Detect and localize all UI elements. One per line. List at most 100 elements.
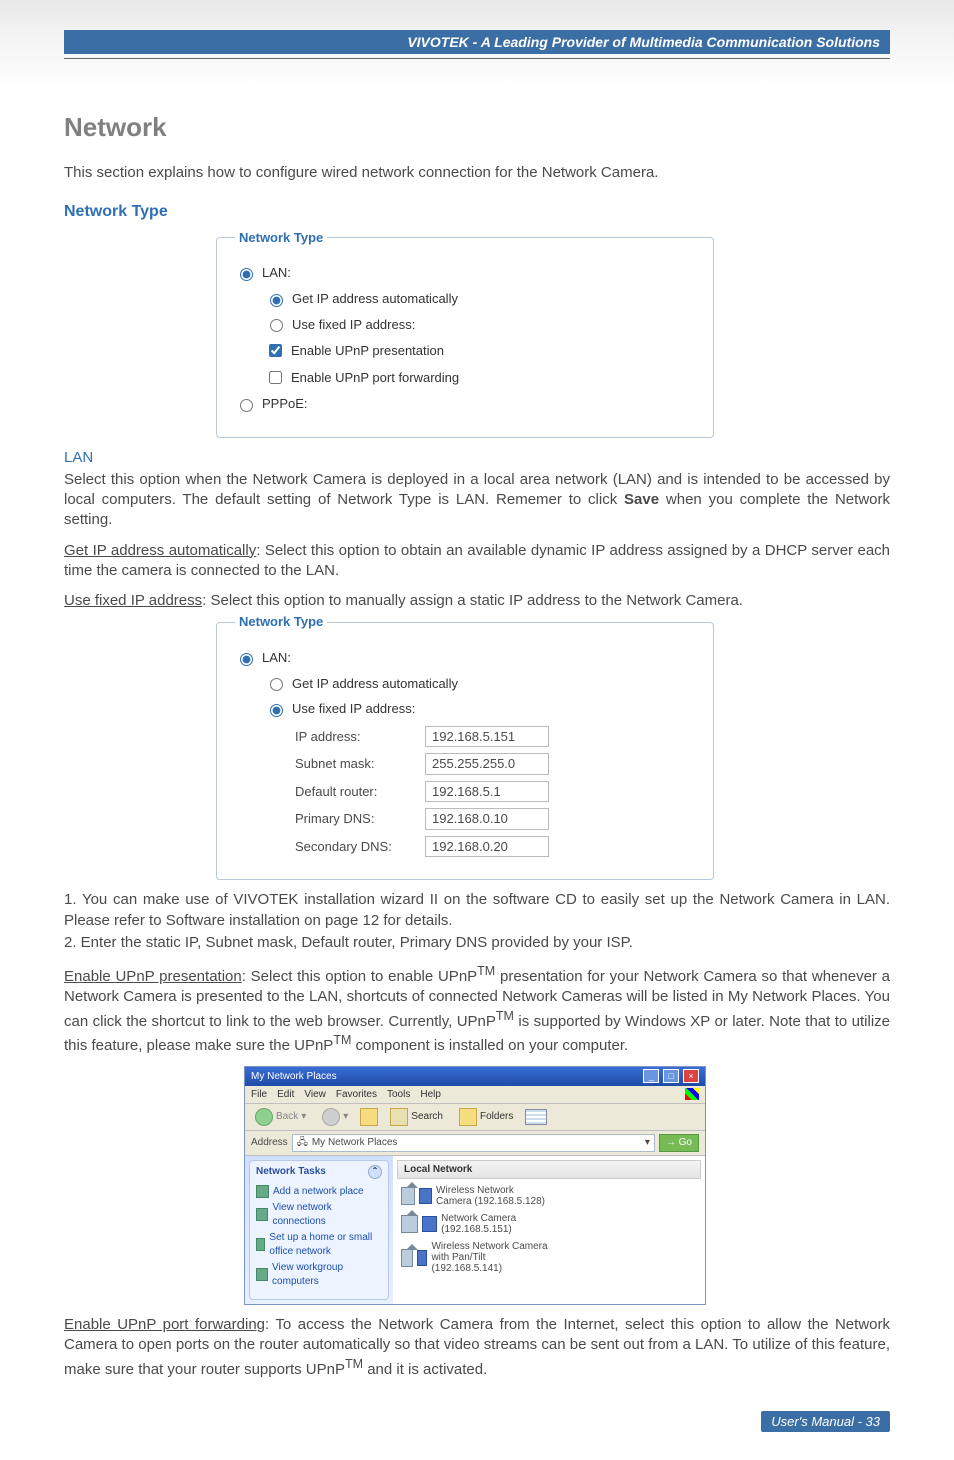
setup-network-icon bbox=[256, 1238, 265, 1251]
menu-file[interactable]: File bbox=[251, 1088, 267, 1102]
list-item[interactable]: Wireless Network Camera (192.168.5.128) bbox=[401, 1185, 551, 1207]
page: VIVOTEK - A Leading Provider of Multimed… bbox=[0, 0, 954, 1460]
menu-view[interactable]: View bbox=[304, 1088, 326, 1102]
sidebar-view-connections[interactable]: View network connections bbox=[256, 1201, 382, 1228]
menu-help[interactable]: Help bbox=[420, 1088, 441, 1102]
router-row: Default router: 192.168.5.1 bbox=[295, 781, 695, 803]
camera-icon bbox=[401, 1215, 418, 1233]
use-fixed-ip-radio-2[interactable] bbox=[270, 704, 283, 717]
address-field[interactable]: 🖧 My Network Places ▾ bbox=[292, 1134, 655, 1152]
maximize-icon[interactable]: □ bbox=[663, 1069, 679, 1083]
upnp-port-paragraph: Enable UPnP port forwarding: To access t… bbox=[64, 1315, 890, 1380]
go-button[interactable]: → Go bbox=[659, 1134, 699, 1152]
fixed-ip-fields: IP address: 192.168.5.151 Subnet mask: 2… bbox=[295, 726, 695, 858]
lan-radio-label-2: LAN: bbox=[262, 649, 291, 667]
list-item[interactable]: Wireless Network Camera with Pan/Tilt (1… bbox=[401, 1241, 551, 1274]
window-body: Network Tasks ⌃ Add a network place View… bbox=[245, 1156, 705, 1305]
address-bar: Address 🖧 My Network Places ▾ → Go bbox=[245, 1131, 705, 1156]
get-ip-auto-row: Get IP address automatically bbox=[265, 290, 695, 308]
enable-upnp-port-row: Enable UPnP port forwarding bbox=[265, 368, 695, 387]
item-label: Wireless Network Camera (192.168.5.128) bbox=[436, 1185, 551, 1207]
sdns-label: Secondary DNS: bbox=[295, 838, 425, 856]
enable-upnp-pres-checkbox[interactable] bbox=[269, 344, 282, 357]
pdns-row: Primary DNS: 192.168.0.10 bbox=[295, 808, 695, 830]
lan-radio-row-2: LAN: bbox=[235, 649, 695, 667]
device-icon bbox=[419, 1188, 432, 1204]
menu-favorites[interactable]: Favorites bbox=[336, 1088, 377, 1102]
collapse-icon[interactable]: ⌃ bbox=[368, 1165, 382, 1179]
views-button[interactable] bbox=[525, 1109, 547, 1125]
address-value: My Network Places bbox=[312, 1136, 398, 1150]
use-fixed-ip-row-2: Use fixed IP address: bbox=[265, 700, 695, 718]
list-item[interactable]: Network Camera (192.168.5.151) bbox=[401, 1213, 551, 1235]
network-type-panel-2-wrap: Network Type LAN: Get IP address automat… bbox=[214, 613, 890, 880]
sidebar-add-network-place[interactable]: Add a network place bbox=[256, 1185, 382, 1199]
get-ip-auto-label: Get IP address automatically bbox=[292, 290, 458, 308]
enable-upnp-port-label: Enable UPnP port forwarding bbox=[291, 369, 459, 387]
item-label: Network Camera (192.168.5.151) bbox=[441, 1213, 551, 1235]
window-titlebar[interactable]: My Network Places _ □ × bbox=[245, 1067, 705, 1086]
lan-paragraph: Select this option when the Network Came… bbox=[64, 470, 890, 531]
enable-upnp-pres-label: Enable UPnP presentation bbox=[291, 342, 444, 360]
sidebar-setup-network[interactable]: Set up a home or small office network bbox=[256, 1231, 382, 1258]
network-tasks-title: Network Tasks ⌃ bbox=[256, 1165, 382, 1182]
menu-tools[interactable]: Tools bbox=[387, 1088, 410, 1102]
folders-icon bbox=[459, 1108, 477, 1126]
connections-icon bbox=[256, 1208, 268, 1221]
lan-radio[interactable] bbox=[240, 268, 253, 281]
lan-radio-row: LAN: bbox=[235, 264, 695, 282]
back-icon bbox=[255, 1108, 273, 1126]
header-rule bbox=[64, 58, 890, 59]
network-type-heading: Network Type bbox=[64, 201, 890, 223]
network-type-panel-1: Network Type LAN: Get IP address automat… bbox=[216, 229, 714, 438]
pdns-label: Primary DNS: bbox=[295, 810, 425, 828]
get-ip-auto-row-2: Get IP address automatically bbox=[265, 675, 695, 693]
content-area: Network This section explains how to con… bbox=[0, 0, 954, 1460]
close-icon[interactable]: × bbox=[683, 1069, 699, 1083]
get-ip-auto-label-2: Get IP address automatically bbox=[292, 675, 458, 693]
address-dropdown-icon[interactable]: ▾ bbox=[645, 1136, 650, 1150]
page-title: Network bbox=[64, 110, 890, 145]
window-buttons: _ □ × bbox=[642, 1069, 699, 1084]
page-footer: User's Manual - 33 bbox=[761, 1411, 890, 1432]
up-folder-icon[interactable] bbox=[360, 1108, 378, 1126]
folders-button[interactable]: Folders bbox=[455, 1107, 517, 1127]
brand-header: VIVOTEK - A Leading Provider of Multimed… bbox=[64, 30, 890, 54]
menu-edit[interactable]: Edit bbox=[277, 1088, 294, 1102]
ip-address-row: IP address: 192.168.5.151 bbox=[295, 726, 695, 748]
get-ip-paragraph: Get IP address automatically: Select thi… bbox=[64, 541, 890, 582]
window-toolbar: Back ▾ ▾ Search Folders bbox=[245, 1104, 705, 1131]
get-ip-auto-radio[interactable] bbox=[270, 294, 283, 307]
use-fixed-ip-label: Use fixed IP address: bbox=[292, 316, 415, 334]
main-pane: Local Network Wireless Network Camera (1… bbox=[393, 1156, 705, 1305]
pppoe-radio[interactable] bbox=[240, 399, 253, 412]
network-places-window: My Network Places _ □ × File Edit View F… bbox=[244, 1066, 706, 1305]
get-ip-auto-radio-2[interactable] bbox=[270, 678, 283, 691]
list-item-2: 2. Enter the static IP, Subnet mask, Def… bbox=[64, 933, 890, 953]
network-places-icon: 🖧 bbox=[297, 1136, 308, 1150]
windows-flag-icon bbox=[685, 1088, 699, 1100]
enable-upnp-pres-row: Enable UPnP presentation bbox=[265, 341, 695, 360]
subnet-row: Subnet mask: 255.255.255.0 bbox=[295, 753, 695, 775]
forward-button[interactable]: ▾ bbox=[318, 1107, 352, 1127]
sidebar-view-workgroup[interactable]: View workgroup computers bbox=[256, 1261, 382, 1288]
pdns-input[interactable]: 192.168.0.10 bbox=[425, 808, 549, 830]
window-title: My Network Places bbox=[251, 1070, 337, 1084]
search-button[interactable]: Search bbox=[386, 1107, 447, 1127]
ip-address-input[interactable]: 192.168.5.151 bbox=[425, 726, 549, 748]
network-type-panel-2: Network Type LAN: Get IP address automat… bbox=[216, 613, 714, 880]
subnet-input[interactable]: 255.255.255.0 bbox=[425, 753, 549, 775]
minimize-icon[interactable]: _ bbox=[643, 1069, 659, 1083]
back-button[interactable]: Back ▾ bbox=[251, 1107, 310, 1127]
add-place-icon bbox=[256, 1185, 269, 1198]
sdns-input[interactable]: 192.168.0.20 bbox=[425, 836, 549, 858]
network-items: Wireless Network Camera (192.168.5.128) … bbox=[397, 1179, 701, 1280]
use-fixed-ip-radio[interactable] bbox=[270, 319, 283, 332]
enable-upnp-port-checkbox[interactable] bbox=[269, 371, 282, 384]
forward-icon bbox=[322, 1108, 340, 1126]
router-input[interactable]: 192.168.5.1 bbox=[425, 781, 549, 803]
use-fixed-paragraph: Use fixed IP address: Select this option… bbox=[64, 591, 890, 611]
search-icon bbox=[390, 1108, 408, 1126]
lan-radio-2[interactable] bbox=[240, 653, 253, 666]
camera-icon bbox=[401, 1249, 413, 1267]
